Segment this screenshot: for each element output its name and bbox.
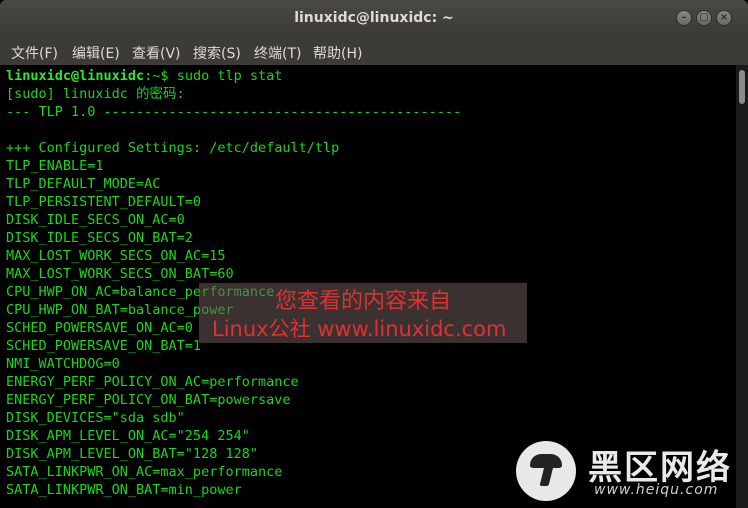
output-line: TLP_PERSISTENT_DEFAULT=0: [6, 194, 202, 210]
logo-url: www.heiqu.com: [594, 482, 719, 498]
output-line: ENERGY_PERF_POLICY_ON_AC=performance: [6, 374, 299, 390]
close-button[interactable]: ×: [716, 10, 732, 26]
menu-view[interactable]: 查看(V): [132, 43, 181, 63]
scrollbar-thumb[interactable]: [739, 70, 745, 104]
watermark-line1: 您查看的内容来自: [275, 289, 452, 314]
menu-bar: 文件(F) 编辑(E) 查看(V) 搜索(S) 终端(T) 帮助(H): [0, 37, 748, 65]
output-line: TLP_DEFAULT_MODE=AC: [6, 176, 161, 192]
menu-terminal[interactable]: 终端(T): [254, 43, 301, 63]
output-line: SATA_LINKPWR_ON_AC=max_performance: [6, 464, 283, 480]
terminal-window: linuxidc@linuxidc: ~ – □ × 文件(F) 编辑(E) 查…: [0, 0, 748, 508]
prompt-path: :~$: [144, 68, 169, 84]
output-line: SCHED_POWERSAVE_ON_AC=0: [6, 320, 193, 336]
scrollbar[interactable]: [736, 65, 748, 508]
menu-search[interactable]: 搜索(S): [193, 43, 241, 63]
output-line: --- TLP 1.0 ----------------------------…: [6, 104, 462, 120]
output-line: ENERGY_PERF_POLICY_ON_BAT=powersave: [6, 392, 291, 408]
output-line: [sudo] linuxidc 的密码:: [6, 86, 185, 102]
prompt-line: linuxidc@linuxidc:~$ sudo tlp stat: [6, 67, 282, 85]
watermark-line2: Linux公社 www.linuxidc.com: [212, 317, 507, 341]
menu-edit[interactable]: 编辑(E): [72, 43, 120, 63]
output-line: MAX_LOST_WORK_SECS_ON_AC=15: [6, 248, 226, 264]
menu-file[interactable]: 文件(F): [11, 43, 58, 63]
title-bar[interactable]: linuxidc@linuxidc: ~ – □ ×: [0, 0, 748, 37]
maximize-button[interactable]: □: [696, 10, 712, 26]
window-title: linuxidc@linuxidc: ~: [294, 10, 454, 26]
output-line: DISK_DEVICES="sda sdb": [6, 410, 185, 426]
output-line: DISK_APM_LEVEL_ON_BAT="128 128": [6, 446, 258, 462]
prompt-user: linuxidc@linuxidc: [6, 68, 145, 84]
output-line: TLP_ENABLE=1: [6, 158, 104, 174]
menu-help[interactable]: 帮助(H): [313, 43, 362, 63]
output-line: NMI_WATCHDOG=0: [6, 356, 120, 372]
output-line: +++ Configured Settings: /etc/default/tl…: [6, 140, 340, 156]
output-line: SCHED_POWERSAVE_ON_BAT=1: [6, 338, 202, 354]
output-line: DISK_IDLE_SECS_ON_AC=0: [6, 212, 185, 228]
output-line: SATA_LINKPWR_ON_BAT=min_power: [6, 482, 242, 498]
output-line: DISK_IDLE_SECS_ON_BAT=2: [6, 230, 193, 246]
output-line: DISK_APM_LEVEL_ON_AC="254 254": [6, 428, 250, 444]
minimize-button[interactable]: –: [676, 10, 692, 26]
command-text: sudo tlp stat: [168, 68, 283, 84]
output-line: MAX_LOST_WORK_SECS_ON_BAT=60: [6, 266, 234, 282]
